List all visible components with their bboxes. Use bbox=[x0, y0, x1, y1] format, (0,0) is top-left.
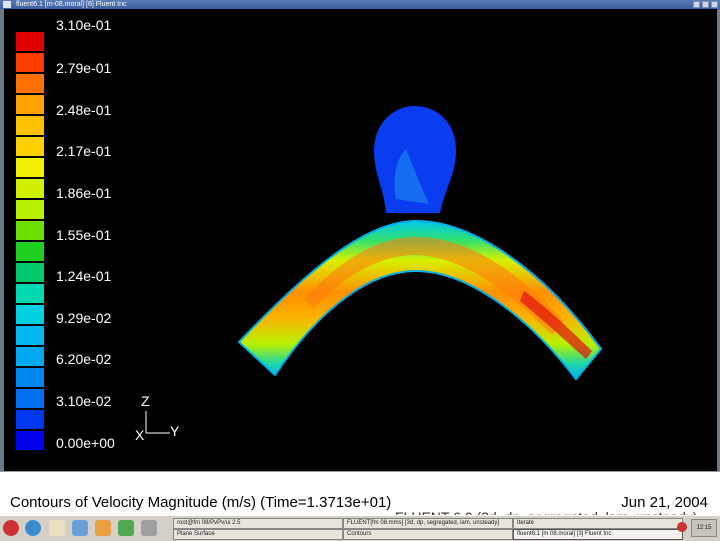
task-label: Contours bbox=[347, 531, 372, 537]
taskbar-task[interactable]: Plane Surface bbox=[173, 529, 343, 540]
caption-title: Contours of Velocity Magnitude (m/s) (Ti… bbox=[10, 494, 392, 511]
legend-swatch bbox=[15, 136, 45, 157]
legend-label: 0.00e+00 bbox=[56, 435, 115, 451]
task-label: Plane Surface bbox=[177, 531, 215, 537]
taskbar-task[interactable]: Contours bbox=[343, 529, 513, 540]
clock[interactable]: 12:15 bbox=[691, 519, 717, 537]
legend-swatch bbox=[15, 31, 45, 52]
legend-swatch bbox=[15, 73, 45, 94]
legend-swatch bbox=[15, 241, 45, 262]
legend-swatch bbox=[15, 367, 45, 388]
legend-label: 6.20e-02 bbox=[56, 351, 112, 367]
legend-label: 2.48e-01 bbox=[56, 102, 112, 118]
axis-x-label: X bbox=[135, 427, 145, 443]
caption-date: Jun 21, 2004 bbox=[621, 494, 708, 511]
legend-swatch bbox=[15, 409, 45, 430]
task-label: root@fm 08/PvPv/ui 2.5 bbox=[177, 520, 241, 526]
graphics-viewport[interactable]: 3.10e-01 2.79e-01 2.48e-01 2.17e-01 1.86… bbox=[4, 9, 717, 471]
close-button[interactable] bbox=[711, 1, 718, 8]
taskbar-task[interactable]: root@fm 08/PvPv/ui 2.5 bbox=[173, 518, 343, 529]
window-titlebar[interactable]: fluent6.1 [m-08.moral] [6] Fluent Inc bbox=[0, 0, 720, 9]
impress-icon[interactable] bbox=[95, 520, 111, 536]
legend-swatch bbox=[15, 199, 45, 220]
legend-swatch bbox=[15, 178, 45, 199]
legend-label: 2.17e-01 bbox=[56, 143, 112, 159]
taskbar-task[interactable]: Iterate bbox=[513, 518, 683, 529]
legend-label: 3.10e-02 bbox=[56, 393, 112, 409]
plot-caption: Contours of Velocity Magnitude (m/s) (Ti… bbox=[0, 471, 720, 516]
browser-icon[interactable] bbox=[25, 520, 41, 536]
print-icon[interactable] bbox=[141, 520, 157, 536]
legend-label: 3.10e-01 bbox=[56, 17, 112, 33]
legend-label: 9.29e-02 bbox=[56, 310, 112, 326]
maximize-button[interactable] bbox=[702, 1, 709, 8]
legend-swatch bbox=[15, 220, 45, 241]
tray-status-icon[interactable] bbox=[677, 522, 687, 532]
legend-label: 1.86e-01 bbox=[56, 185, 112, 201]
legend-swatch bbox=[15, 283, 45, 304]
legend-swatch bbox=[15, 157, 45, 178]
legend-swatch bbox=[15, 325, 45, 346]
calc-icon[interactable] bbox=[118, 520, 134, 536]
legend-label: 2.79e-01 bbox=[56, 60, 112, 76]
taskbar: root@fm 08/PvPv/ui 2.5 FLUENT[fm 08.mms]… bbox=[0, 515, 720, 541]
window-menu-icon[interactable] bbox=[3, 1, 11, 8]
legend-label: 1.24e-01 bbox=[56, 268, 112, 284]
task-label: FLUENT[fm 08.mms] [3d, dp, segregated, l… bbox=[347, 520, 500, 526]
start-menu-icon[interactable] bbox=[3, 520, 19, 536]
window-title: fluent6.1 [m-08.moral] [6] Fluent Inc bbox=[16, 1, 127, 8]
taskbar-task-active[interactable]: fluent6.1 [m 08.moral] [3] Fluent Inc bbox=[513, 529, 683, 540]
legend-swatch bbox=[15, 304, 45, 325]
taskbar-task[interactable]: FLUENT[fm 08.mms] [3d, dp, segregated, l… bbox=[343, 518, 513, 529]
email-icon[interactable] bbox=[49, 520, 65, 536]
legend-swatch bbox=[15, 262, 45, 283]
writer-icon[interactable] bbox=[72, 520, 88, 536]
axis-z-label: Z bbox=[141, 393, 150, 409]
task-label: fluent6.1 [m 08.moral] [3] Fluent Inc bbox=[517, 531, 612, 537]
task-label: Iterate bbox=[517, 520, 535, 526]
axis-y-label: Y bbox=[170, 423, 180, 439]
legend-swatch bbox=[15, 52, 45, 73]
legend-label: 1.55e-01 bbox=[56, 227, 112, 243]
legend-swatch bbox=[15, 346, 45, 367]
legend-swatch bbox=[15, 430, 45, 451]
minimize-button[interactable] bbox=[693, 1, 700, 8]
legend-swatch bbox=[15, 94, 45, 115]
legend-swatch bbox=[15, 115, 45, 136]
legend-swatch bbox=[15, 388, 45, 409]
